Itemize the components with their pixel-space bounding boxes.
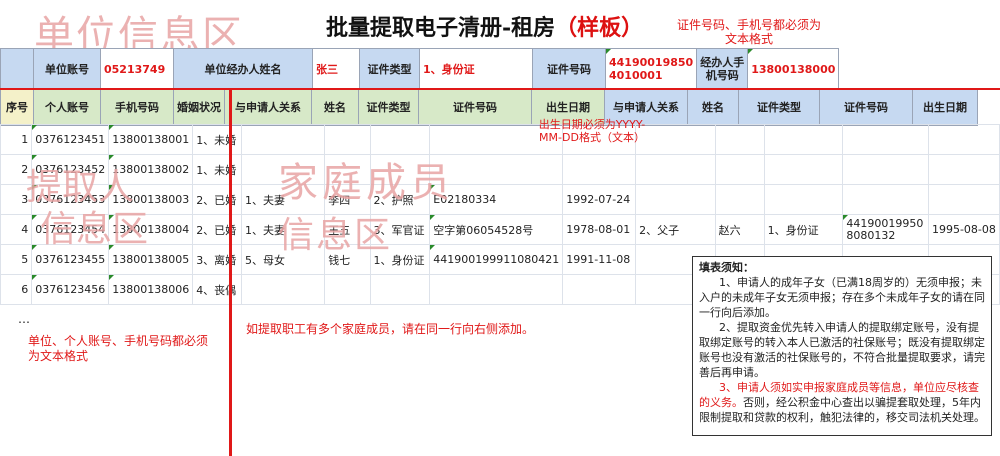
header-idtype: 证件类型 bbox=[358, 88, 419, 126]
cell-phone[interactable]: 13800138001 bbox=[108, 124, 194, 155]
cell-idno[interactable] bbox=[429, 274, 564, 305]
unit-idno-line2: 4010001 bbox=[609, 69, 663, 82]
cell-name-2[interactable]: 赵六 bbox=[714, 214, 765, 245]
cell-dob[interactable]: 1991-11-08 bbox=[562, 244, 637, 275]
unit-phone-label: 经办人手 机号码 bbox=[696, 48, 749, 90]
cell-dob-2[interactable] bbox=[927, 124, 1000, 155]
cell-dob[interactable]: 1992-07-24 bbox=[562, 184, 637, 215]
unit-idno-line1: 44190019850 bbox=[609, 56, 694, 69]
cell-no: 6 bbox=[0, 274, 33, 305]
instructions-item-3: 3、申请人须如实申报家庭成员等信息，单位应尽核查的义务。否则，经公积金中心查出以… bbox=[699, 380, 985, 425]
unit-handler-value[interactable]: 张三 bbox=[312, 48, 360, 90]
unit-idtype-value[interactable]: 1、身份证 bbox=[419, 48, 533, 90]
header-marital: 婚姻状况 bbox=[173, 88, 225, 126]
note-account-format: 单位、个人账号、手机号码都必须为文本格式 bbox=[28, 334, 209, 363]
cell-marital[interactable]: 3、离婚 bbox=[192, 244, 242, 275]
cell-marital[interactable]: 1、未婚 bbox=[192, 124, 242, 155]
cell-dob-2[interactable] bbox=[927, 184, 1000, 215]
header-name-2: 姓名 bbox=[687, 88, 739, 126]
column-header-row: 序号 个人账号 手机号码 婚姻状况 与申请人关系 姓名 证件类型 证件号码 出生… bbox=[0, 88, 978, 126]
unit-idno-label: 证件号码 bbox=[532, 48, 606, 90]
cell-dob[interactable]: 1978-08-01 bbox=[562, 214, 637, 245]
unit-row-spacer bbox=[0, 48, 34, 90]
header-name: 姓名 bbox=[311, 88, 359, 126]
header-relation: 与申请人关系 bbox=[224, 88, 312, 126]
cell-idno-2[interactable] bbox=[842, 124, 929, 155]
cell-dob[interactable] bbox=[562, 274, 637, 305]
cell-idno-2[interactable] bbox=[842, 184, 929, 215]
divider-horizontal bbox=[0, 88, 1000, 90]
title-main: 批量提取电子清册-租房 bbox=[326, 15, 556, 41]
cell-idtype-2[interactable] bbox=[763, 154, 844, 185]
cell-idtype-2[interactable] bbox=[763, 124, 844, 155]
divider-vertical bbox=[229, 88, 232, 456]
cell-name-2[interactable] bbox=[714, 184, 765, 215]
note-text-format: 证件号码、手机号都必须为文本格式 bbox=[676, 18, 821, 46]
unit-account-value[interactable]: 05213749 bbox=[100, 48, 174, 90]
cell-phone[interactable]: 13800138006 bbox=[108, 274, 194, 305]
cell-account[interactable]: 0376123451 bbox=[31, 124, 110, 155]
note-add-family: 如提取职工有多个家庭成员，请在同一行向右侧添加。 bbox=[246, 322, 535, 336]
unit-phone-label-2: 机号码 bbox=[705, 69, 739, 82]
cell-idtype[interactable] bbox=[369, 274, 431, 305]
cell-name-2[interactable] bbox=[714, 124, 765, 155]
cell-no: 1 bbox=[0, 124, 33, 155]
cell-marital[interactable]: 2、已婚 bbox=[192, 184, 242, 215]
cell-marital[interactable]: 2、已婚 bbox=[192, 214, 242, 245]
page-title: 批量提取电子清册-租房（样板） bbox=[326, 10, 643, 42]
unit-phone-value[interactable]: 13800138000 bbox=[747, 48, 840, 90]
unit-phone-label-1: 经办人手 bbox=[700, 56, 745, 69]
cell-dob-2[interactable] bbox=[927, 154, 1000, 185]
cell-account[interactable]: 0376123456 bbox=[31, 274, 110, 305]
cell-idno-2[interactable]: 441900199508080132 bbox=[842, 214, 929, 245]
unit-idtype-label: 证件类型 bbox=[359, 48, 420, 90]
unit-info-row: 单位账号 05213749 单位经办人姓名 张三 证件类型 1、身份证 证件号码… bbox=[0, 48, 840, 90]
watermark-applicant-info: 信息区 bbox=[40, 209, 149, 250]
header-dob-2: 出生日期 bbox=[912, 88, 978, 126]
note-dob-format: 出生日期必须为YYYY-MM-DD格式（文本） bbox=[538, 118, 646, 144]
cell-relation-2[interactable] bbox=[635, 184, 716, 215]
header-phone: 手机号码 bbox=[100, 88, 174, 126]
header-idno-2: 证件号码 bbox=[819, 88, 913, 126]
table-row: 3 0376123453 13800138003 2、已婚 1、夫妻 李四 2、护照 E021… bbox=[0, 184, 1000, 215]
cell-idno-2[interactable] bbox=[842, 154, 929, 185]
watermark-family-info: 信息区 bbox=[278, 215, 393, 256]
cell-relation-2[interactable]: 2、父子 bbox=[635, 214, 716, 245]
cell-marital[interactable]: 1、未婚 bbox=[192, 154, 242, 185]
more-rows-ellipsis: … bbox=[18, 312, 30, 326]
instructions-title: 填表须知： bbox=[699, 261, 754, 274]
header-no: 序号 bbox=[0, 88, 34, 126]
instructions-item-2: 2、提取资金优先转入申请人的提取绑定账号，没有提取绑定账号的转入本人已激活的社保… bbox=[699, 321, 985, 379]
cell-idtype-2[interactable]: 1、身份证 bbox=[763, 214, 844, 245]
instructions-box: 填表须知： 1、申请人的成年子女（已满18周岁的）无须申报；未入户的未成年子女无… bbox=[692, 256, 992, 436]
cell-marital[interactable]: 4、丧偶 bbox=[192, 274, 242, 305]
cell-idtype-2[interactable] bbox=[763, 184, 844, 215]
header-idtype-2: 证件类型 bbox=[738, 88, 820, 126]
cell-dob[interactable] bbox=[562, 154, 637, 185]
header-account: 个人账号 bbox=[33, 88, 101, 126]
cell-relation[interactable] bbox=[240, 274, 326, 305]
table-row: 2 0376123452 13800138002 1、未婚 bbox=[0, 154, 1000, 185]
title-sample: （样板） bbox=[555, 16, 644, 41]
cell-idno[interactable]: 空字第06054528号 bbox=[429, 214, 564, 245]
cell-name[interactable] bbox=[324, 274, 371, 305]
table-row: 4 0376123454 13800138004 2、已婚 1、夫妻 王五 3、军官证 空字第… bbox=[0, 214, 1000, 245]
unit-account-label: 单位账号 bbox=[33, 48, 101, 90]
header-idno: 证件号码 bbox=[418, 88, 532, 126]
cell-no: 4 bbox=[0, 214, 33, 245]
cell-idno[interactable]: 441900199911080421 bbox=[429, 244, 564, 275]
cell-dob-2[interactable]: 1995-08-08 bbox=[927, 214, 1000, 245]
cell-no: 5 bbox=[0, 244, 33, 275]
instructions-item-1: 1、申请人的成年子女（已满18周岁的）无须申报；未入户的未成年子女无须申报；存在… bbox=[699, 276, 985, 319]
unit-idno-value[interactable]: 44190019850 4010001 bbox=[604, 48, 698, 90]
watermark-family: 家庭成员 bbox=[278, 160, 454, 206]
unit-handler-label: 单位经办人姓名 bbox=[173, 48, 313, 90]
table-row: 1 0376123451 13800138001 1、未婚 bbox=[0, 124, 1000, 155]
cell-name-2[interactable] bbox=[714, 154, 765, 185]
cell-relation-2[interactable] bbox=[635, 154, 716, 185]
